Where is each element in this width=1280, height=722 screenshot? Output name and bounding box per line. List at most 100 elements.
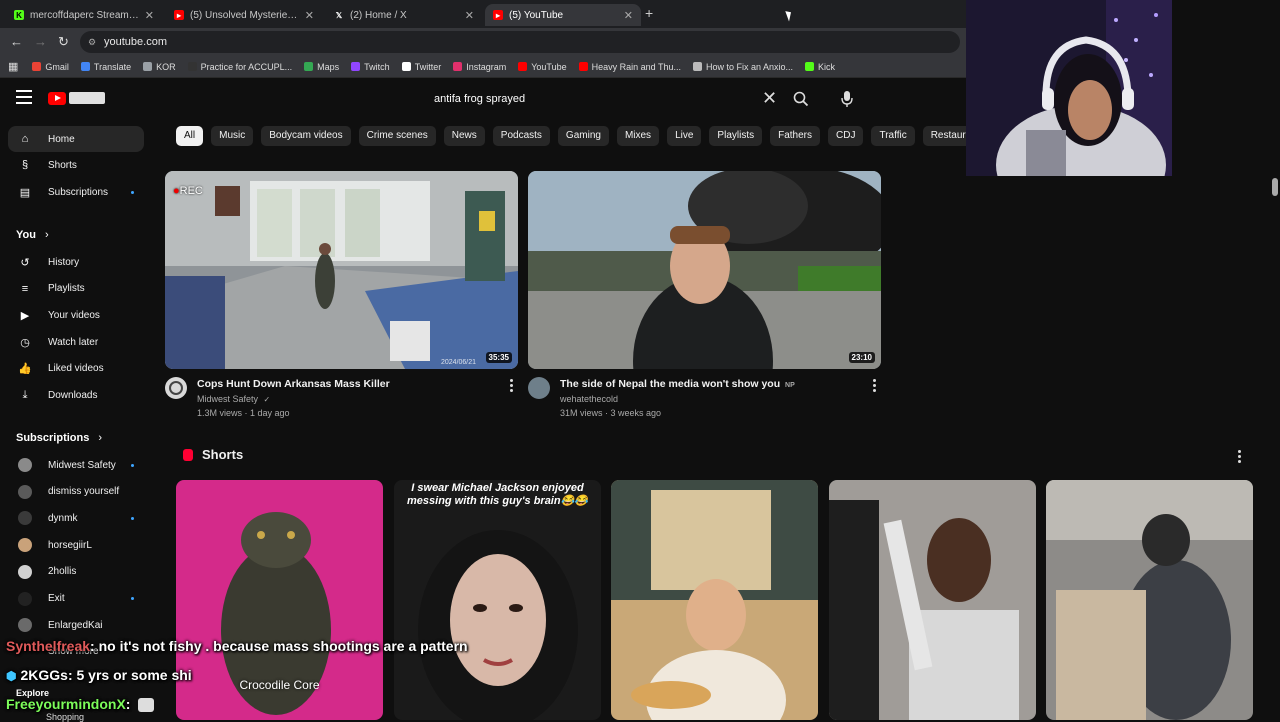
address-bar[interactable]: ⚙ youtube.com: [80, 31, 960, 53]
subscription-item[interactable]: EnlargedKai: [8, 612, 144, 638]
sidebar-item-shorts[interactable]: § Shorts: [8, 152, 144, 178]
filter-chip[interactable]: Music: [211, 126, 254, 146]
bookmark-favicon-icon: [805, 62, 815, 71]
search-query-text: antifa frog sprayed: [434, 93, 526, 105]
browser-tab-active[interactable]: ▸ (5) YouTube ✕: [485, 4, 641, 26]
video-thumbnail[interactable]: ●REC 2024/06/21 35:35: [165, 171, 518, 369]
sidebar-item-home[interactable]: ⌂ Home: [8, 126, 144, 152]
video-title[interactable]: The side of Nepal the media won't show y…: [560, 378, 795, 390]
filter-chip[interactable]: Live: [667, 126, 702, 146]
short-card[interactable]: [829, 480, 1036, 720]
subscription-item[interactable]: Exit: [8, 586, 144, 612]
filter-chip[interactable]: Mixes: [616, 126, 660, 146]
sidebar-item-subscriptions[interactable]: ▤ Subscriptions: [8, 179, 144, 205]
search-icon[interactable]: [792, 90, 810, 108]
channel-name[interactable]: wehatethecold: [560, 394, 618, 404]
video-thumbnail[interactable]: 23:10: [528, 171, 881, 369]
bookmark-item[interactable]: How to Fix an Anxio...: [693, 62, 793, 72]
short-card[interactable]: I swear Michael Jackson enjoyed messing …: [394, 480, 601, 720]
sidebar-item-downloads[interactable]: ⤓ Downloads: [8, 383, 144, 409]
filter-chip[interactable]: News: [443, 126, 485, 146]
subscription-label: Midwest Safety: [48, 459, 116, 471]
browser-tab[interactable]: ▸ (5) Unsolved Mysteries with Ro ✕: [166, 4, 322, 26]
record-dot-icon: ●: [173, 185, 180, 197]
browser-tab[interactable]: K mercoffdaperc Stream - Watch ✕: [6, 4, 162, 26]
sidebar-item-playlists[interactable]: ≡ Playlists: [8, 276, 144, 302]
filter-chip[interactable]: All: [176, 126, 204, 146]
clear-search-icon[interactable]: ✕: [762, 88, 777, 108]
subscription-item[interactable]: 2hollis: [8, 559, 144, 585]
bookmark-item[interactable]: Twitter: [401, 62, 441, 72]
subscription-item[interactable]: horsegiirL: [8, 532, 144, 558]
x-favicon-icon: 𝕏: [335, 10, 343, 20]
more-options-icon[interactable]: [873, 379, 877, 393]
bookmark-item[interactable]: Maps: [304, 62, 339, 72]
back-icon[interactable]: ←: [10, 34, 23, 49]
sidebar-item-liked-videos[interactable]: 👍 Liked videos: [8, 356, 144, 382]
filter-chip[interactable]: CDJ: [828, 126, 864, 146]
microphone-icon[interactable]: [840, 90, 854, 108]
sidebar-item-history[interactable]: ↺ History: [8, 249, 144, 275]
filter-chip[interactable]: Gaming: [557, 126, 609, 146]
new-content-dot: [131, 597, 134, 600]
bookmark-item[interactable]: Kick: [805, 62, 835, 72]
filter-chip[interactable]: Fathers: [770, 126, 821, 146]
filter-chip[interactable]: Traffic: [871, 126, 915, 146]
filter-chip[interactable]: Crime scenes: [358, 126, 436, 146]
more-options-icon[interactable]: [510, 379, 514, 393]
reload-icon[interactable]: ↻: [58, 34, 69, 50]
sidebar-you-heading[interactable]: You ›: [16, 229, 49, 241]
channel-name[interactable]: Midwest Safety ✓: [197, 394, 270, 404]
bookmark-favicon-icon: [187, 62, 197, 71]
browser-tab[interactable]: 𝕏 (2) Home / X ✕: [326, 4, 482, 26]
short-card[interactable]: [611, 480, 818, 720]
bookmark-favicon-icon: [143, 62, 153, 71]
new-tab-button[interactable]: +: [645, 5, 653, 21]
sidebar-item-label: Home: [48, 133, 75, 145]
bookmark-item[interactable]: Gmail: [32, 62, 69, 72]
scrollbar-thumb[interactable]: [1272, 178, 1278, 196]
clock-icon: ◷: [20, 336, 30, 349]
bookmark-item[interactable]: YouTube: [518, 62, 567, 72]
subscription-item[interactable]: dismiss yourself: [8, 479, 144, 505]
short-card[interactable]: Crocodile Core: [176, 480, 383, 720]
subscription-item[interactable]: dynmk: [8, 505, 144, 531]
filter-chip[interactable]: Podcasts: [492, 126, 550, 146]
chat-text: : 5 yrs or some shi: [67, 667, 192, 683]
close-tab-icon[interactable]: ✕: [145, 9, 154, 22]
bookmark-item[interactable]: Twitch: [351, 62, 390, 72]
apps-grid-icon[interactable]: ▦: [8, 60, 18, 73]
search-input[interactable]: antifa frog sprayed: [424, 86, 786, 112]
sidebar-subscriptions-heading[interactable]: Subscriptions ›: [16, 432, 102, 444]
bookmark-favicon-icon: [693, 62, 702, 71]
channel-avatar[interactable]: [528, 377, 550, 399]
webcam-image: [966, 0, 1172, 176]
forward-icon[interactable]: →: [34, 34, 47, 49]
filter-chip[interactable]: Playlists: [709, 126, 763, 146]
youtube-logo[interactable]: [48, 91, 108, 105]
bookmark-item[interactable]: Instagram: [453, 62, 506, 72]
sidebar-item-label: Shorts: [48, 159, 77, 171]
close-tab-icon[interactable]: ✕: [465, 9, 474, 22]
sidebar-item-shopping[interactable]: Shopping: [46, 712, 84, 722]
page-scrollbar[interactable]: [1270, 176, 1280, 720]
shelf-more-options-icon[interactable]: [1238, 450, 1242, 464]
sidebar-item-watch-later[interactable]: ◷ Watch later: [8, 329, 144, 355]
bookmark-favicon-icon: [453, 62, 463, 71]
menu-icon[interactable]: [16, 90, 32, 104]
close-tab-icon[interactable]: ✕: [624, 9, 633, 22]
bookmark-item[interactable]: KOR: [143, 62, 176, 72]
site-info-icon[interactable]: ⚙: [88, 31, 96, 53]
short-card[interactable]: [1046, 480, 1253, 720]
subscriptions-icon: ▤: [19, 186, 31, 199]
filter-chip[interactable]: Bodycam videos: [261, 126, 351, 146]
video-title[interactable]: Cops Hunt Down Arkansas Mass Killer: [197, 378, 390, 390]
bookmark-item[interactable]: Heavy Rain and Thu...: [578, 62, 681, 72]
channel-avatar[interactable]: [165, 377, 187, 399]
sidebar-item-your-videos[interactable]: ▶ Your videos: [8, 302, 144, 328]
subscription-item[interactable]: Midwest Safety: [8, 452, 144, 478]
close-tab-icon[interactable]: ✕: [305, 9, 314, 22]
short-thumbnail: [829, 480, 1036, 720]
bookmark-item[interactable]: Translate: [80, 62, 131, 72]
bookmark-item[interactable]: Practice for ACCUPL...: [187, 62, 292, 72]
